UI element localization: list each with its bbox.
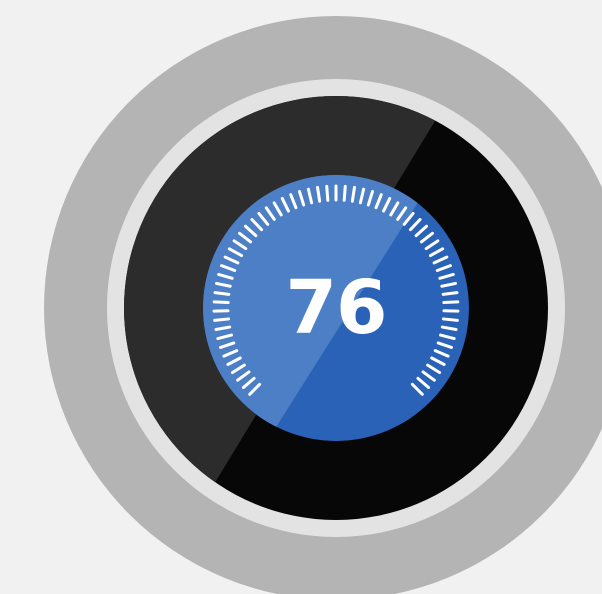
dial-tick [213, 291, 231, 296]
dial-tick [442, 300, 460, 305]
dial-tick [441, 291, 459, 296]
dial-tick [212, 300, 230, 305]
dial-tick [316, 185, 322, 203]
dial-tick [325, 184, 330, 202]
dial-tick [342, 184, 347, 202]
thermostat-app: 76 [0, 0, 602, 594]
dial-tick [441, 317, 459, 322]
target-temperature: 76 [285, 265, 388, 351]
dial-tick [350, 185, 356, 203]
dial-tick [213, 317, 231, 322]
